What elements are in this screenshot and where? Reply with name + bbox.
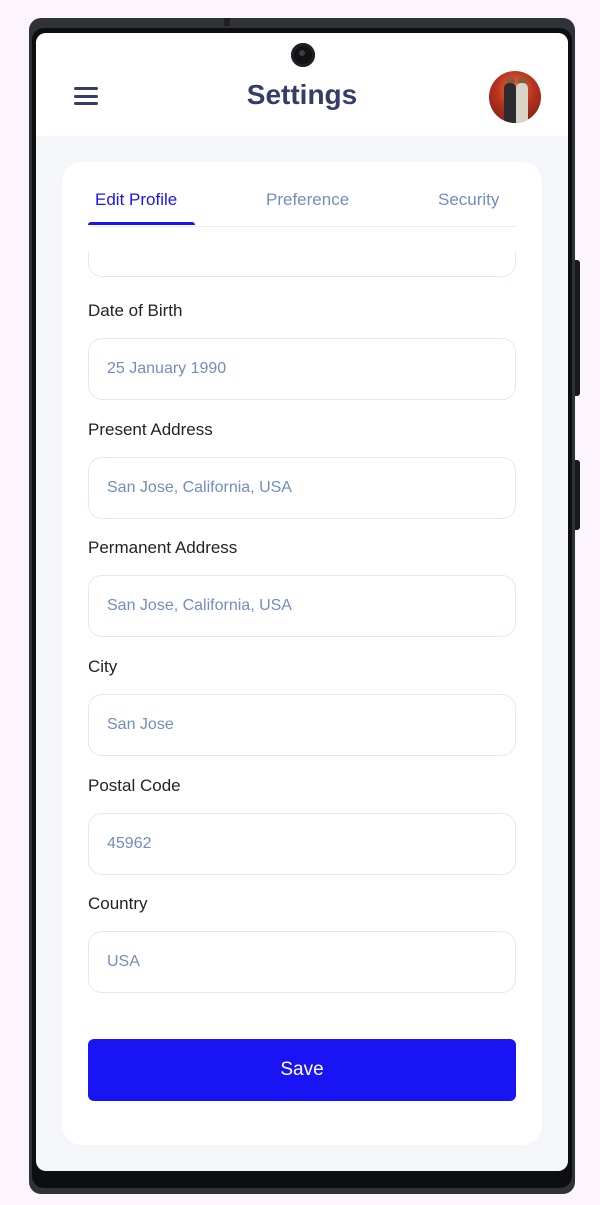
postal-code-input[interactable]: 45962: [88, 813, 516, 875]
password-input[interactable]: *********: [88, 252, 516, 277]
dob-label: Date of Birth: [88, 301, 183, 320]
country-input[interactable]: USA: [88, 931, 516, 993]
present-address-label: Present Address: [88, 420, 213, 439]
front-camera: [291, 43, 315, 67]
country-field-group: Country USA: [88, 894, 516, 993]
tab-bar: Edit Profile Preference Security: [88, 162, 516, 227]
permanent-address-field-group: Permanent Address San Jose, California, …: [88, 538, 516, 637]
permanent-address-label: Permanent Address: [88, 538, 238, 557]
settings-card: Edit Profile Preference Security *******…: [62, 162, 542, 1145]
tab-security[interactable]: Security: [438, 190, 499, 210]
postal-code-label: Postal Code: [88, 776, 181, 795]
dob-input[interactable]: 25 January 1990: [88, 338, 516, 400]
tab-edit-profile[interactable]: Edit Profile: [95, 190, 177, 210]
avatar[interactable]: [489, 71, 541, 123]
tab-preference[interactable]: Preference: [266, 190, 349, 210]
power-button: [575, 260, 580, 396]
password-field-group: *********: [88, 252, 516, 277]
country-label: Country: [88, 894, 148, 913]
save-button[interactable]: Save: [88, 1039, 516, 1101]
phone-top-notch: [224, 18, 230, 26]
volume-button: [575, 460, 580, 530]
active-tab-indicator: [88, 222, 195, 225]
screen: Settings Edit Profile Preference Securit…: [36, 33, 568, 1171]
city-label: City: [88, 657, 118, 676]
city-input[interactable]: San Jose: [88, 694, 516, 756]
present-address-field-group: Present Address San Jose, California, US…: [88, 420, 516, 519]
dob-field-group: Date of Birth 25 January 1990: [88, 301, 516, 400]
present-address-input[interactable]: San Jose, California, USA: [88, 457, 516, 519]
permanent-address-input[interactable]: San Jose, California, USA: [88, 575, 516, 637]
profile-form: ********* Date of Birth 25 January 1990 …: [88, 252, 516, 1032]
postal-code-field-group: Postal Code 45962: [88, 776, 516, 875]
city-field-group: City San Jose: [88, 657, 516, 756]
